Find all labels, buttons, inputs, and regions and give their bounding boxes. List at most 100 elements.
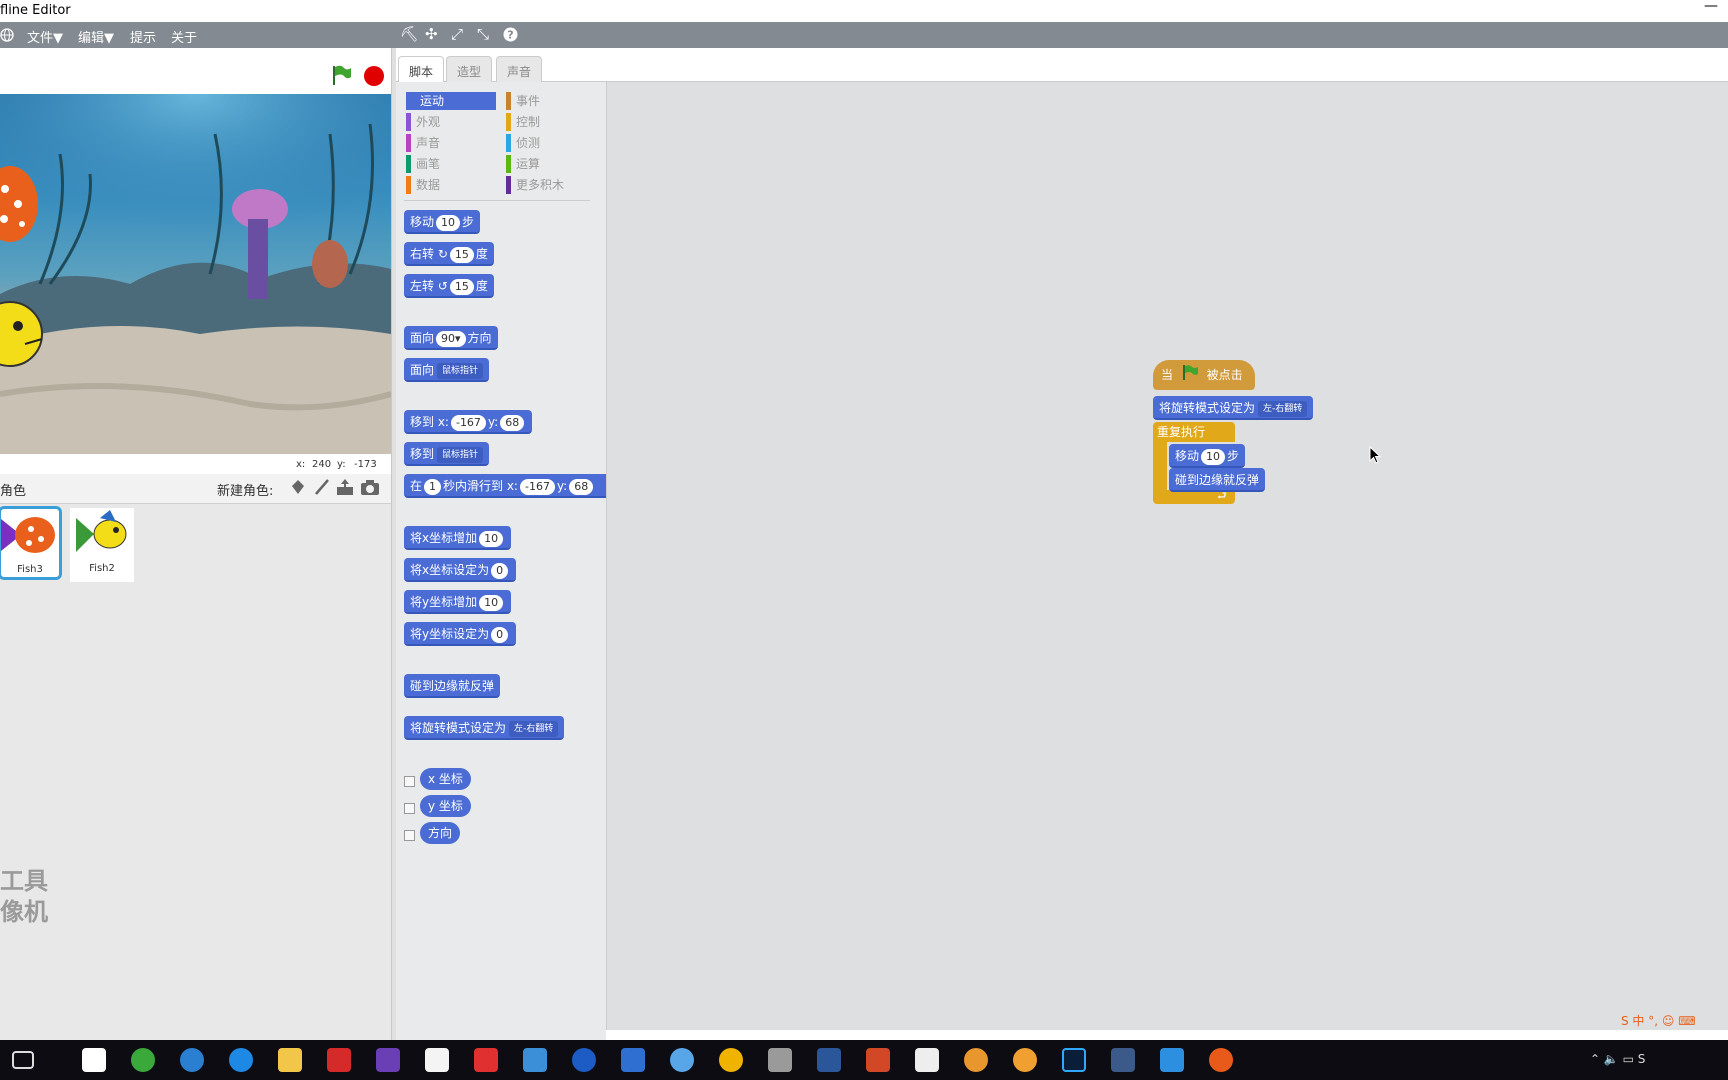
photoshop-icon[interactable] xyxy=(1062,1048,1086,1072)
shrink-icon[interactable]: ⤡ xyxy=(477,25,489,43)
menu-edit[interactable]: 编辑▼ xyxy=(78,27,114,46)
scripts-area[interactable]: 当 被点击 将旋转模式设定为 左-右翻转 重复执行 ⮐ 移动 10 步 碰到边缘就反弹… xyxy=(606,82,1728,1030)
block-change-x[interactable]: 将x坐标增加 10 xyxy=(404,526,512,550)
block-goto-xy[interactable]: 移到 x: -167 y: 68 xyxy=(404,410,533,434)
new-sprite-label: 新建角色: xyxy=(217,484,274,499)
minimize-button[interactable]: — xyxy=(1704,0,1718,14)
category-sound[interactable]: 声音 xyxy=(406,134,496,152)
editor-tabs: 脚本 造型 声音 xyxy=(396,48,1728,82)
screen-icon[interactable] xyxy=(621,1048,645,1072)
sprite-tile-fish3[interactable]: Fish3 xyxy=(0,506,62,580)
stage[interactable] xyxy=(0,94,391,454)
stop-icon[interactable] xyxy=(364,66,384,86)
sprites-pane: Fish3 Fish2 工具 像机 xyxy=(0,504,392,1040)
task-view-icon[interactable] xyxy=(12,1051,34,1069)
block-set-x[interactable]: 将x坐标设定为 0 xyxy=(404,558,517,582)
forever-arm xyxy=(1153,442,1167,490)
app-icon[interactable] xyxy=(180,1048,204,1072)
category-sensing[interactable]: 侦测 xyxy=(506,134,596,152)
category-more-blocks[interactable]: 更多积木 xyxy=(506,176,596,194)
checkbox-x-position[interactable] xyxy=(404,776,415,787)
recorder-icon[interactable] xyxy=(1209,1048,1233,1072)
script-set-rotation-style[interactable]: 将旋转模式设定为 左-右翻转 xyxy=(1153,396,1314,420)
block-change-y[interactable]: 将y坐标增加 10 xyxy=(404,590,512,614)
fish3-thumbnail-icon xyxy=(1,517,55,553)
block-point-towards[interactable]: 面向 鼠标指针 xyxy=(404,358,490,382)
script-move-steps[interactable]: 移动 10 步 xyxy=(1169,444,1246,468)
block-point-in-direction[interactable]: 面向 90▾ 方向 xyxy=(404,326,498,350)
green-flag-icon[interactable] xyxy=(330,64,352,86)
notepad-icon[interactable] xyxy=(425,1048,449,1072)
x-label: x: xyxy=(296,459,306,470)
block-turn-left[interactable]: 左转 ↺ 15 度 xyxy=(404,274,494,298)
paint-sprite-icon[interactable] xyxy=(313,478,331,500)
kugou-icon[interactable] xyxy=(229,1048,253,1072)
tab-sounds[interactable]: 声音 xyxy=(496,56,543,82)
powerpoint-icon[interactable] xyxy=(866,1048,890,1072)
globe-icon[interactable] xyxy=(0,25,14,46)
sprite-library-icon[interactable] xyxy=(289,478,307,500)
sun-app-icon[interactable] xyxy=(719,1048,743,1072)
youdao-icon[interactable] xyxy=(327,1048,351,1072)
category-events[interactable]: 事件 xyxy=(506,92,596,110)
block-bounce[interactable]: 碰到边缘就反弹 xyxy=(404,674,501,698)
block-glide[interactable]: 在 1 秒内滑行到 x: -167 y: 68 xyxy=(404,474,606,498)
sprite-tile-fish2[interactable]: Fish2 xyxy=(70,508,134,582)
system-tray-icon[interactable]: ⌃ 🔈 ▭ S xyxy=(1590,1052,1645,1066)
menu-tips[interactable]: 提示 xyxy=(130,27,156,46)
file-explorer-icon[interactable] xyxy=(278,1048,302,1072)
browser-360-icon[interactable] xyxy=(131,1048,155,1072)
paint-app-icon[interactable] xyxy=(768,1048,792,1072)
qq-icon[interactable] xyxy=(572,1048,596,1072)
reporter-direction[interactable]: 方向 xyxy=(420,822,461,844)
help-icon[interactable]: ? xyxy=(503,25,518,46)
upload-sprite-icon[interactable] xyxy=(335,478,355,500)
category-operators[interactable]: 运算 xyxy=(506,155,596,173)
block-move-steps[interactable]: 移动 10 步 xyxy=(404,210,481,234)
piano-icon[interactable] xyxy=(915,1048,939,1072)
grow-icon[interactable]: ⤢ xyxy=(451,25,463,43)
x-value: 240 xyxy=(312,459,332,470)
ime-indicator-icon: S 中 °, ☺ ⌨ xyxy=(1621,1014,1696,1028)
green-flag-icon xyxy=(1181,361,1199,391)
tab-scripts[interactable]: 脚本 xyxy=(398,56,445,82)
checkbox-y-position[interactable] xyxy=(404,803,415,814)
category-looks[interactable]: 外观 xyxy=(406,113,496,131)
category-control[interactable]: 控制 xyxy=(506,113,596,131)
internet-explorer-icon[interactable] xyxy=(670,1048,694,1072)
menu-about[interactable]: 关于 xyxy=(171,27,197,46)
app-blue-icon[interactable] xyxy=(1160,1048,1184,1072)
watermark-line2: 像机 xyxy=(0,898,48,926)
block-rotation-style[interactable]: 将旋转模式设定为 左-右翻转 xyxy=(404,716,565,740)
cut-icon[interactable]: ✣ xyxy=(425,25,438,43)
category-pen[interactable]: 画笔 xyxy=(406,155,496,173)
block-set-y[interactable]: 将y坐标设定为 0 xyxy=(404,622,517,646)
tab-costumes[interactable]: 造型 xyxy=(446,56,493,82)
script-forever[interactable]: 重复执行 xyxy=(1153,422,1235,442)
store-icon[interactable] xyxy=(82,1048,106,1072)
category-data[interactable]: 数据 xyxy=(406,176,496,194)
mouse-cursor-icon xyxy=(1369,445,1382,468)
scratch-2-icon[interactable] xyxy=(1013,1048,1037,1072)
fish2-thumbnail-icon xyxy=(76,510,127,552)
script-bounce[interactable]: 碰到边缘就反弹 xyxy=(1169,468,1266,492)
reporter-x-position[interactable]: x 坐标 xyxy=(420,768,471,790)
checkbox-direction[interactable] xyxy=(404,830,415,841)
camera-icon[interactable] xyxy=(360,478,380,500)
menu-file[interactable]: 文件▼ xyxy=(27,27,63,46)
category-motion[interactable]: 运动 xyxy=(406,92,496,110)
duplicate-icon[interactable]: ⛏ xyxy=(400,25,419,43)
word-icon[interactable] xyxy=(817,1048,841,1072)
turn-left-icon: ↺ xyxy=(437,279,448,293)
folder-icon[interactable] xyxy=(523,1048,547,1072)
media-icon[interactable] xyxy=(1111,1048,1135,1072)
reporter-y-position[interactable]: y 坐标 xyxy=(420,795,471,817)
block-goto[interactable]: 移到 鼠标指针 xyxy=(404,442,490,466)
scratch-icon[interactable] xyxy=(964,1048,988,1072)
script-when-flag-clicked[interactable]: 当 被点击 xyxy=(1153,360,1255,390)
y-value: -173 xyxy=(354,459,377,470)
turn-right-icon: ↻ xyxy=(437,247,448,261)
block-turn-right[interactable]: 右转 ↻ 15 度 xyxy=(404,242,494,266)
visual-studio-icon[interactable] xyxy=(376,1048,400,1072)
app-red-icon[interactable] xyxy=(474,1048,498,1072)
